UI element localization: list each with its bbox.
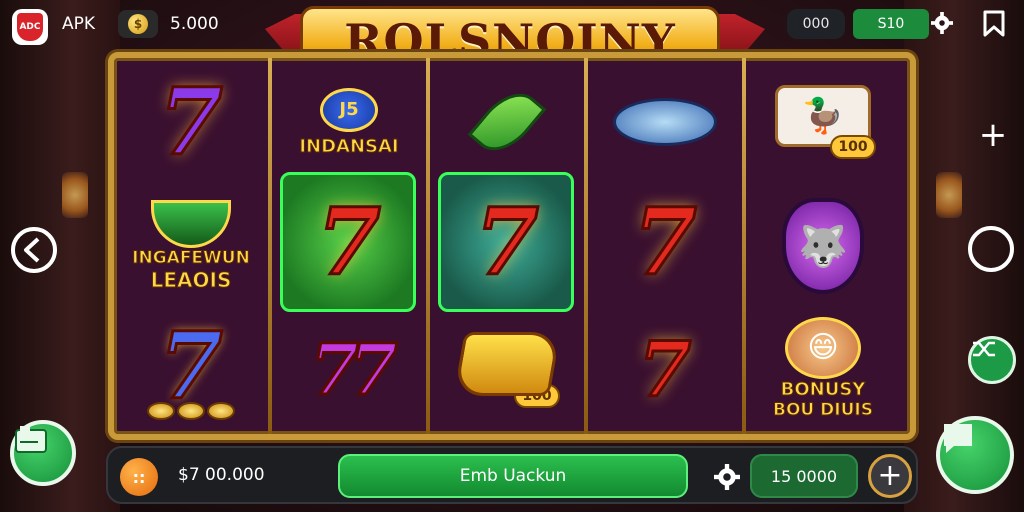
- bottom-control-bar: :: $7 00.000 Emb Uackun 15 0000 +: [106, 446, 918, 504]
- reels-frame: 7 INGAFEWUN LEAOIS 7 J5 INDANSAI 7 77 7 …: [108, 52, 916, 440]
- seven-symbol: 7: [637, 325, 693, 414]
- increase-bet-button[interactable]: +: [868, 454, 912, 498]
- seven-symbol: 7: [157, 312, 224, 420]
- bet-amount[interactable]: 15 0000: [750, 454, 858, 498]
- reel-symbol: [596, 62, 734, 182]
- wallet-button[interactable]: [10, 420, 76, 486]
- reel-symbol: 🦆 100: [754, 62, 892, 182]
- chat-bubble-icon: [944, 424, 972, 453]
- back-button[interactable]: [10, 226, 58, 274]
- coin-icon: $: [128, 14, 148, 34]
- bonus-character-icon: 😄: [785, 316, 861, 379]
- reel-symbol: 77: [280, 310, 418, 430]
- back-arrow-icon: [11, 227, 57, 273]
- gold-coins-icon: [147, 402, 235, 420]
- reel-symbol: 7: [596, 310, 734, 430]
- reel-symbol: 7: [122, 62, 260, 182]
- reel-1: 7 INGAFEWUN LEAOIS 7: [114, 58, 268, 434]
- pot-icon: [151, 200, 231, 248]
- seven-symbol: 7: [631, 188, 698, 296]
- reel-symbol: J5 INDANSAI: [280, 62, 418, 182]
- blue-disc-icon: [613, 98, 717, 146]
- coin-purchase-button[interactable]: $: [118, 10, 158, 38]
- bookmark-icon[interactable]: [982, 10, 1006, 38]
- wallet-icon: [15, 426, 47, 453]
- home-button[interactable]: [968, 226, 1014, 272]
- reel-symbol: INGAFEWUN LEAOIS: [122, 186, 260, 306]
- reel-symbol: 🐺: [754, 186, 892, 306]
- seven-symbol: 7: [473, 188, 540, 296]
- reel-4: 7 7: [588, 58, 742, 434]
- chat-fab[interactable]: [936, 416, 1014, 494]
- symbol-label: INGAFEWUN: [132, 248, 251, 269]
- apk-label: APK: [62, 14, 96, 34]
- reel-symbol: 😄 BONUSY BOU DIUIS: [754, 308, 892, 428]
- reel-symbol: 7: [280, 182, 418, 302]
- circle-icon: [968, 226, 1014, 272]
- symbol-label: INDANSAI: [299, 135, 399, 157]
- reel-3: 7 100: [430, 58, 584, 434]
- settings-gear-icon[interactable]: [931, 12, 953, 34]
- jackpot-badge-icon: J5: [320, 87, 378, 132]
- symbol-label: LEAOIS: [150, 268, 232, 293]
- wallet-fab[interactable]: [10, 420, 76, 486]
- value-tag: 100: [830, 135, 876, 159]
- reel-symbol: [438, 62, 576, 182]
- shuffle-button[interactable]: [968, 336, 1016, 384]
- spin-button[interactable]: Emb Uackun: [338, 454, 688, 498]
- reel-5: 🦆 100 🐺 😄 BONUSY BOU DIUIS: [746, 58, 906, 434]
- level-pill[interactable]: 000: [787, 9, 845, 39]
- shuffle-fab[interactable]: [968, 336, 1016, 384]
- reel-symbol: 7: [438, 182, 576, 302]
- wall-lamp: [62, 172, 88, 218]
- cash-pill-button[interactable]: S10: [853, 9, 929, 39]
- app-logo-button[interactable]: ADC: [12, 9, 48, 45]
- balance-coin-icon[interactable]: ::: [120, 458, 158, 496]
- leaf-icon: [467, 81, 547, 163]
- reel-symbol: 100: [438, 310, 576, 430]
- wolf-mask-icon: 🐺: [782, 198, 864, 294]
- bet-settings-gear-icon[interactable]: [714, 464, 740, 490]
- wall-lamp: [936, 172, 962, 218]
- gold-bars-icon: [453, 332, 561, 396]
- seven-symbol: 7: [315, 188, 382, 296]
- balance-value: $7 00.000: [178, 465, 265, 485]
- shield-icon: ADC: [17, 13, 43, 41]
- coin-balance: 5.000: [170, 14, 219, 34]
- reel-2: J5 INDANSAI 7 77: [272, 58, 426, 434]
- reel-symbol: 7: [596, 182, 734, 302]
- shuffle-icon: [973, 341, 995, 357]
- add-button[interactable]: +: [976, 115, 1010, 155]
- double-seven-symbol: 77: [309, 328, 399, 411]
- bonus-label: BOU DIUIS: [773, 399, 874, 420]
- reel-symbol: 7: [122, 310, 260, 430]
- seven-symbol: 7: [157, 68, 224, 176]
- chat-button[interactable]: [936, 416, 1014, 494]
- bonus-label: BONUSY: [780, 378, 866, 400]
